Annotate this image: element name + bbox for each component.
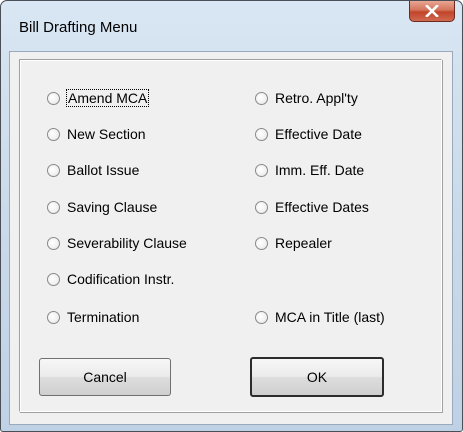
cancel-button[interactable]: Cancel	[39, 358, 171, 396]
ok-button[interactable]: OK	[250, 357, 384, 397]
radio-label: Retro. Appl'ty	[275, 90, 358, 106]
radio-button-icon	[255, 236, 268, 250]
radio-label: Amend MCA	[65, 89, 150, 107]
title-bar[interactable]: Bill Drafting Menu	[1, 1, 462, 51]
radio-label: Saving Clause	[67, 199, 158, 215]
radio-button-icon	[47, 200, 60, 214]
dialog-window: Bill Drafting Menu Amend MCA New Section…	[0, 0, 463, 432]
radio-button-icon	[47, 310, 60, 324]
radio-codification-instr[interactable]: Codification Instr.	[47, 270, 174, 288]
radio-label: Severability Clause	[67, 235, 187, 251]
radio-button-icon	[47, 163, 60, 177]
radio-retro-applty[interactable]: Retro. Appl'ty	[255, 89, 358, 107]
radio-amend-mca[interactable]: Amend MCA	[47, 89, 150, 107]
radio-label: Effective Dates	[275, 199, 369, 215]
dialog-client-area: Amend MCA New Section Ballot Issue Savin…	[9, 51, 453, 425]
radio-button-icon	[255, 163, 268, 177]
radio-label: Ballot Issue	[67, 162, 140, 178]
radio-button-icon	[255, 310, 268, 324]
radio-label: MCA in Title (last)	[275, 309, 385, 325]
radio-severability-clause[interactable]: Severability Clause	[47, 234, 187, 252]
radio-label: Repealer	[275, 235, 332, 251]
radio-button-icon	[255, 200, 268, 214]
radio-saving-clause[interactable]: Saving Clause	[47, 198, 157, 216]
close-icon	[425, 5, 439, 17]
radio-mca-in-title-last[interactable]: MCA in Title (last)	[255, 308, 385, 326]
radio-label: Imm. Eff. Date	[275, 162, 365, 178]
radio-button-icon	[47, 272, 60, 286]
radio-button-icon	[255, 127, 268, 141]
radio-label: Codification Instr.	[67, 271, 175, 287]
radio-button-icon	[255, 91, 268, 105]
radio-button-icon	[47, 127, 60, 141]
radio-button-icon	[47, 91, 60, 105]
radio-label: Termination	[67, 309, 140, 325]
radio-label: New Section	[67, 126, 146, 142]
radio-ballot-issue[interactable]: Ballot Issue	[47, 161, 139, 179]
window-title: Bill Drafting Menu	[19, 19, 138, 36]
radio-new-section[interactable]: New Section	[47, 125, 146, 143]
radio-repealer[interactable]: Repealer	[255, 234, 332, 252]
radio-imm-eff-date[interactable]: Imm. Eff. Date	[255, 161, 364, 179]
radio-effective-dates[interactable]: Effective Dates	[255, 198, 369, 216]
radio-effective-date[interactable]: Effective Date	[255, 125, 362, 143]
close-button[interactable]	[409, 1, 455, 22]
radio-button-icon	[47, 236, 60, 250]
radio-termination[interactable]: Termination	[47, 308, 139, 326]
radio-label: Effective Date	[275, 126, 362, 142]
